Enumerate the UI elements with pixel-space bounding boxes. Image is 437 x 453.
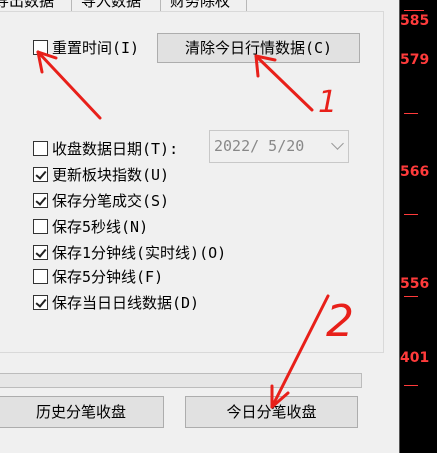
today-tick-close-button[interactable]: 今日分笔收盘 [185, 396, 358, 428]
chart-line [404, 296, 418, 297]
price-label: 579 [400, 52, 430, 68]
save-daily-checkbox[interactable] [33, 294, 48, 310]
save-1min-checkbox[interactable] [33, 244, 48, 260]
chart-line [404, 113, 418, 114]
chevron-down-icon[interactable] [331, 137, 344, 150]
progress-bar [0, 373, 362, 388]
save-5min-option[interactable]: 保存5分钟线(F) [33, 266, 163, 286]
save-5sec-checkbox[interactable] [33, 218, 48, 234]
update-sector-index-option[interactable]: 更新板块指数(U) [33, 164, 169, 184]
price-label: 401 [400, 350, 430, 366]
save-daily-label: 保存当日日线数据(D) [52, 293, 200, 312]
close-date-value: 2022/ 5/20 [214, 137, 305, 155]
save-1min-label: 保存1分钟线(实时线)(O) [52, 243, 227, 262]
update-sector-index-checkbox[interactable] [33, 166, 48, 182]
save-5sec-option[interactable]: 保存5秒线(N) [33, 216, 148, 236]
chart-line [404, 385, 418, 386]
reset-time-option[interactable]: 重置时间(I) [33, 37, 139, 57]
price-label: 556 [400, 276, 430, 292]
chart-line [404, 214, 418, 215]
tab-import-data[interactable]: 导入数据 [81, 0, 141, 11]
price-label: 585 [400, 13, 430, 29]
save-5sec-label: 保存5秒线(N) [52, 217, 149, 236]
close-date-picker[interactable]: 2022/ 5/20 [209, 130, 349, 163]
save-tick-trades-checkbox[interactable] [33, 192, 48, 208]
reset-time-label: 重置时间(I) [52, 38, 140, 57]
save-daily-option[interactable]: 保存当日日线数据(D) [33, 292, 199, 312]
chart-line [404, 10, 424, 11]
close-date-label: 收盘数据日期(T): [52, 139, 179, 158]
update-sector-index-label: 更新板块指数(U) [52, 165, 170, 184]
save-1min-option[interactable]: 保存1分钟线(实时线)(O) [33, 242, 226, 262]
save-tick-trades-option[interactable]: 保存分笔成交(S) [33, 190, 169, 210]
close-date-option[interactable]: 收盘数据日期(T): [33, 138, 178, 158]
save-5min-label: 保存5分钟线(F) [52, 267, 164, 286]
tab-export-data[interactable]: 导出数据 [0, 0, 54, 11]
price-label: 566 [400, 164, 430, 180]
close-date-checkbox[interactable] [33, 140, 48, 156]
clear-today-data-button[interactable]: 清除今日行情数据(C) [157, 33, 360, 63]
reset-time-checkbox[interactable] [33, 39, 48, 55]
save-tick-trades-label: 保存分笔成交(S) [52, 191, 170, 210]
save-5min-checkbox[interactable] [33, 268, 48, 284]
tab-financial-ex-rights[interactable]: 财务除权 [170, 0, 230, 11]
history-tick-close-button[interactable]: 历史分笔收盘 [0, 396, 164, 428]
